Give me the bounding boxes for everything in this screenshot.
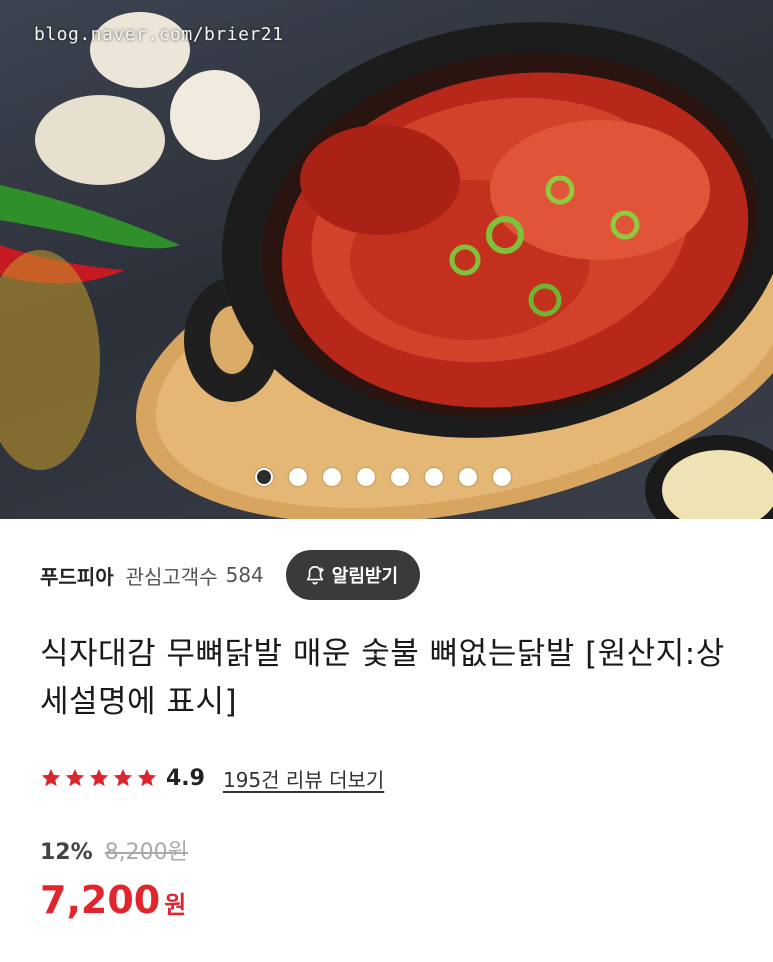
star-icon (113, 768, 133, 787)
discount-row: 12% 8,200원 (40, 834, 188, 866)
carousel-dot[interactable] (493, 468, 511, 486)
carousel-dot[interactable] (255, 468, 273, 486)
original-price: 8,200원 (104, 840, 188, 865)
star-icon (65, 768, 85, 787)
watermark: blog.naver.com/brier21 (34, 24, 284, 45)
food-photo (0, 12, 773, 519)
carousel-indicators (255, 468, 511, 486)
followers-count: 584 (225, 563, 264, 587)
seller-name[interactable]: 푸드피아 (40, 561, 114, 590)
star-icon (89, 768, 109, 787)
sale-price: 7,200 (40, 878, 161, 922)
carousel-dot[interactable] (323, 468, 341, 486)
carousel-dot[interactable] (425, 468, 443, 486)
bell-plus-icon (306, 565, 324, 585)
rating-score: 4.9 (166, 765, 205, 791)
followers-label: 관심고객수 (125, 564, 218, 589)
star-rating (40, 767, 158, 789)
discount-rate: 12% (40, 840, 93, 865)
star-icon (41, 768, 61, 787)
price-currency: 원 (164, 891, 187, 919)
rating-row: 4.9 195건 리뷰 더보기 (40, 762, 384, 794)
price-row: 7,200 원 (40, 878, 186, 922)
alert-button-label: 알림받기 (331, 566, 399, 587)
carousel-dot[interactable] (459, 468, 477, 486)
star-icon (137, 768, 157, 787)
carousel-dot[interactable] (391, 468, 409, 486)
seller-row: 푸드피아 관심고객수 584 알림받기 (40, 549, 421, 601)
product-title: 식자대감 무뼈닭발 매운 숯불 뼈없는닭발 [원산지:상세설명에 표시] (40, 636, 725, 720)
product-image[interactable]: blog.naver.com/brier21 (0, 0, 773, 519)
alert-subscribe-button[interactable]: 알림받기 (285, 550, 421, 600)
carousel-dot[interactable] (289, 468, 307, 486)
carousel-dot[interactable] (357, 468, 375, 486)
review-more-link[interactable]: 195건 리뷰 더보기 (223, 764, 384, 793)
